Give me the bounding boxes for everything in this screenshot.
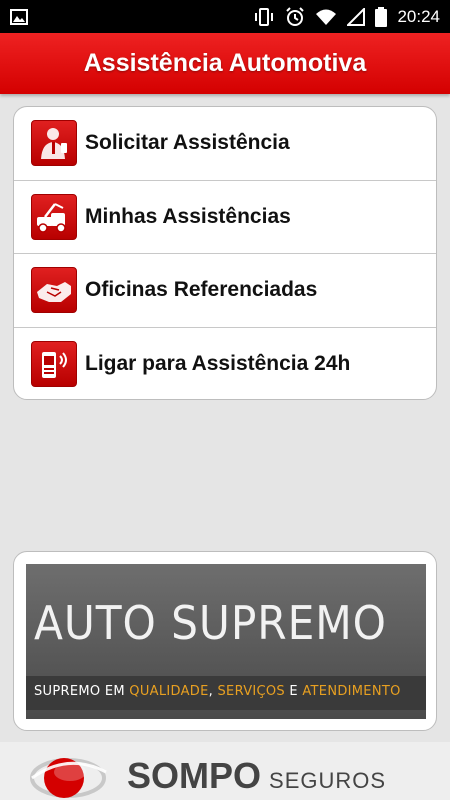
menu-item-label: Oficinas Referenciadas	[85, 278, 318, 302]
menu-item-label: Ligar para Assistência 24h	[85, 352, 351, 376]
menu-item-minhas-assistencias[interactable]: Minhas Assistências	[14, 181, 436, 254]
tagline-part: ,	[208, 684, 218, 699]
status-bar: 20:24	[0, 0, 450, 33]
menu-item-ligar-assistencia-24h[interactable]: Ligar para Assistência 24h	[14, 328, 436, 400]
tagline-highlight: SERVIÇOS	[217, 684, 285, 699]
banner-title: AUTO SUPREMO	[34, 596, 387, 650]
menu-item-oficinas-referenciadas[interactable]: Oficinas Referenciadas	[14, 254, 436, 328]
status-left	[10, 8, 28, 25]
mobile-phone-icon	[31, 341, 77, 388]
menu-item-label: Minhas Assistências	[85, 204, 291, 228]
banner-tagline: SUPREMO EM QUALIDADE, SERVIÇOS E ATENDIM…	[34, 684, 401, 699]
alarm-icon	[285, 6, 305, 27]
brand-name: SOMPO	[127, 755, 262, 796]
menu-item-solicitar-assistencia[interactable]: Solicitar Assistência	[14, 107, 436, 181]
person-phone-icon	[31, 120, 77, 167]
handshake-icon	[31, 267, 77, 314]
tagline-highlight: ATENDIMENTO	[302, 684, 401, 699]
status-right: 20:24	[253, 6, 440, 27]
sompo-brand: SOMPO SEGUROS	[127, 755, 386, 797]
menu-card: Solicitar Assistência Minhas Assistência…	[13, 106, 437, 400]
banner-card: AUTO SUPREMO SUPREMO EM QUALIDADE, SERVI…	[13, 551, 437, 731]
status-time: 20:24	[397, 6, 440, 26]
tow-truck-icon	[31, 193, 77, 240]
brand-subtitle: SEGUROS	[269, 768, 387, 793]
app-bar: Assistência Automotiva	[0, 33, 450, 94]
app-title: Assistência Automotiva	[83, 49, 367, 77]
tagline-part: E	[284, 684, 303, 699]
auto-supremo-banner[interactable]: AUTO SUPREMO SUPREMO EM QUALIDADE, SERVI…	[26, 564, 426, 719]
tagline-highlight: QUALIDADE	[129, 684, 209, 699]
menu-item-label: Solicitar Assistência	[85, 131, 290, 155]
footer: SOMPO SEGUROS	[0, 742, 450, 800]
vibrate-icon	[253, 7, 275, 27]
wifi-icon	[315, 8, 337, 26]
tagline-part: SUPREMO EM	[34, 684, 130, 699]
signal-icon	[347, 7, 366, 26]
sompo-logo-icon	[30, 742, 110, 800]
image-icon	[10, 8, 28, 25]
battery-icon	[375, 6, 388, 27]
